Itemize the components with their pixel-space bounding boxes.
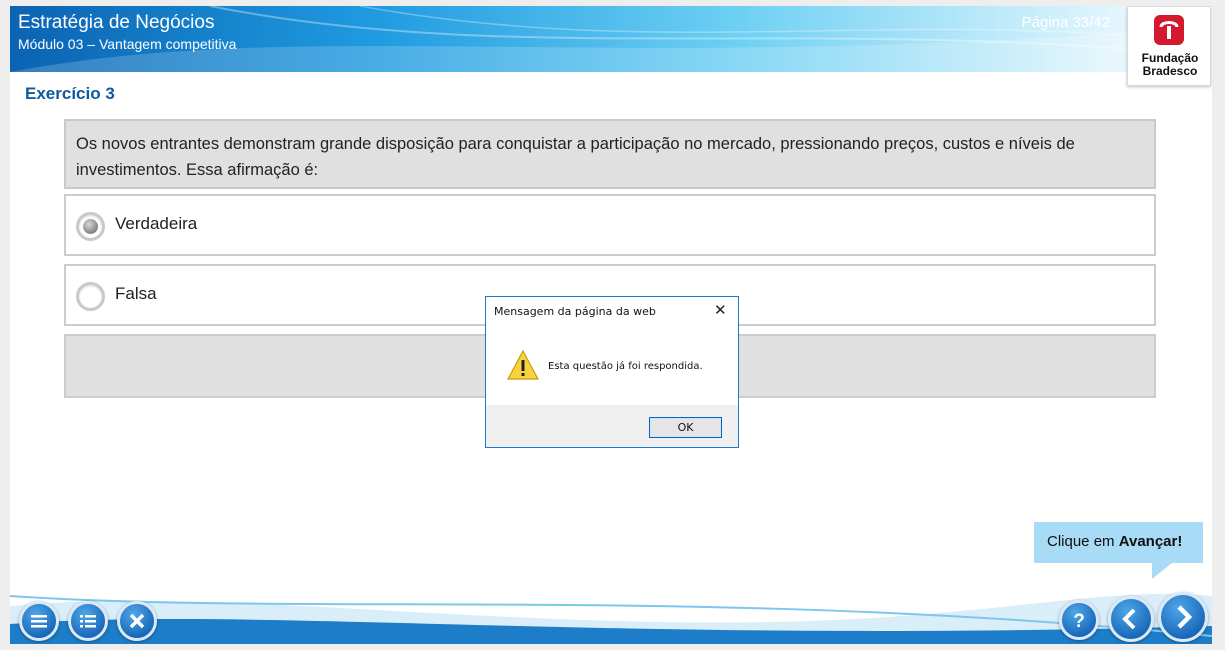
question-text: Os novos entrantes demonstram grande dis… [76,135,1075,179]
bradesco-tree-icon [1154,15,1184,45]
web-message-dialog: Mensagem da página da web ✕ Esta questão… [485,296,739,448]
ok-button[interactable]: OK [649,417,722,438]
option-label: Falsa [115,284,157,303]
page-indicator: Página 33/42 [1021,14,1110,31]
option-label: Verdadeira [115,214,198,233]
fundacao-bradesco-logo: Fundação Bradesco [1127,6,1211,86]
list-icon [80,615,96,628]
chevron-left-icon [1122,608,1136,630]
module-title: Módulo 03 – Vantagem competitiva [18,36,237,52]
dialog-close-button[interactable]: ✕ [714,303,727,318]
close-icon [129,613,145,629]
tooltip-prefix: Clique em [1047,533,1119,550]
next-button[interactable] [1158,592,1208,642]
previous-button[interactable] [1108,596,1154,642]
question-box: Os novos entrantes demonstram grande dis… [64,119,1156,189]
hamburger-icon [31,615,47,628]
header-banner: Estratégia de Negócios Módulo 03 – Vanta… [10,6,1212,72]
help-button[interactable]: ? [1059,600,1099,640]
radio-button[interactable] [76,282,105,311]
option-verdadeira[interactable]: Verdadeira [64,194,1156,256]
chevron-right-icon [1177,605,1193,629]
index-button[interactable] [68,601,108,641]
footer-wave-decoration [10,593,1212,644]
exit-button[interactable] [117,601,157,641]
advance-tooltip: Clique em Avançar! [1034,522,1203,579]
radio-button-selected[interactable] [76,212,105,241]
footer-bar [10,576,1212,644]
course-title: Estratégia de Negócios [18,12,215,33]
warning-icon [506,349,540,380]
logo-line2: Bradesco [1142,64,1198,78]
dialog-title: Mensagem da página da web [494,305,656,318]
tooltip-action: Avançar! [1118,533,1183,550]
menu-button[interactable] [19,601,59,641]
help-icon: ? [1073,611,1085,632]
dialog-message: Esta questão já foi respondida. [548,361,703,372]
exercise-title: Exercício 3 [25,84,115,103]
dialog-button-bar: OK [486,405,738,447]
